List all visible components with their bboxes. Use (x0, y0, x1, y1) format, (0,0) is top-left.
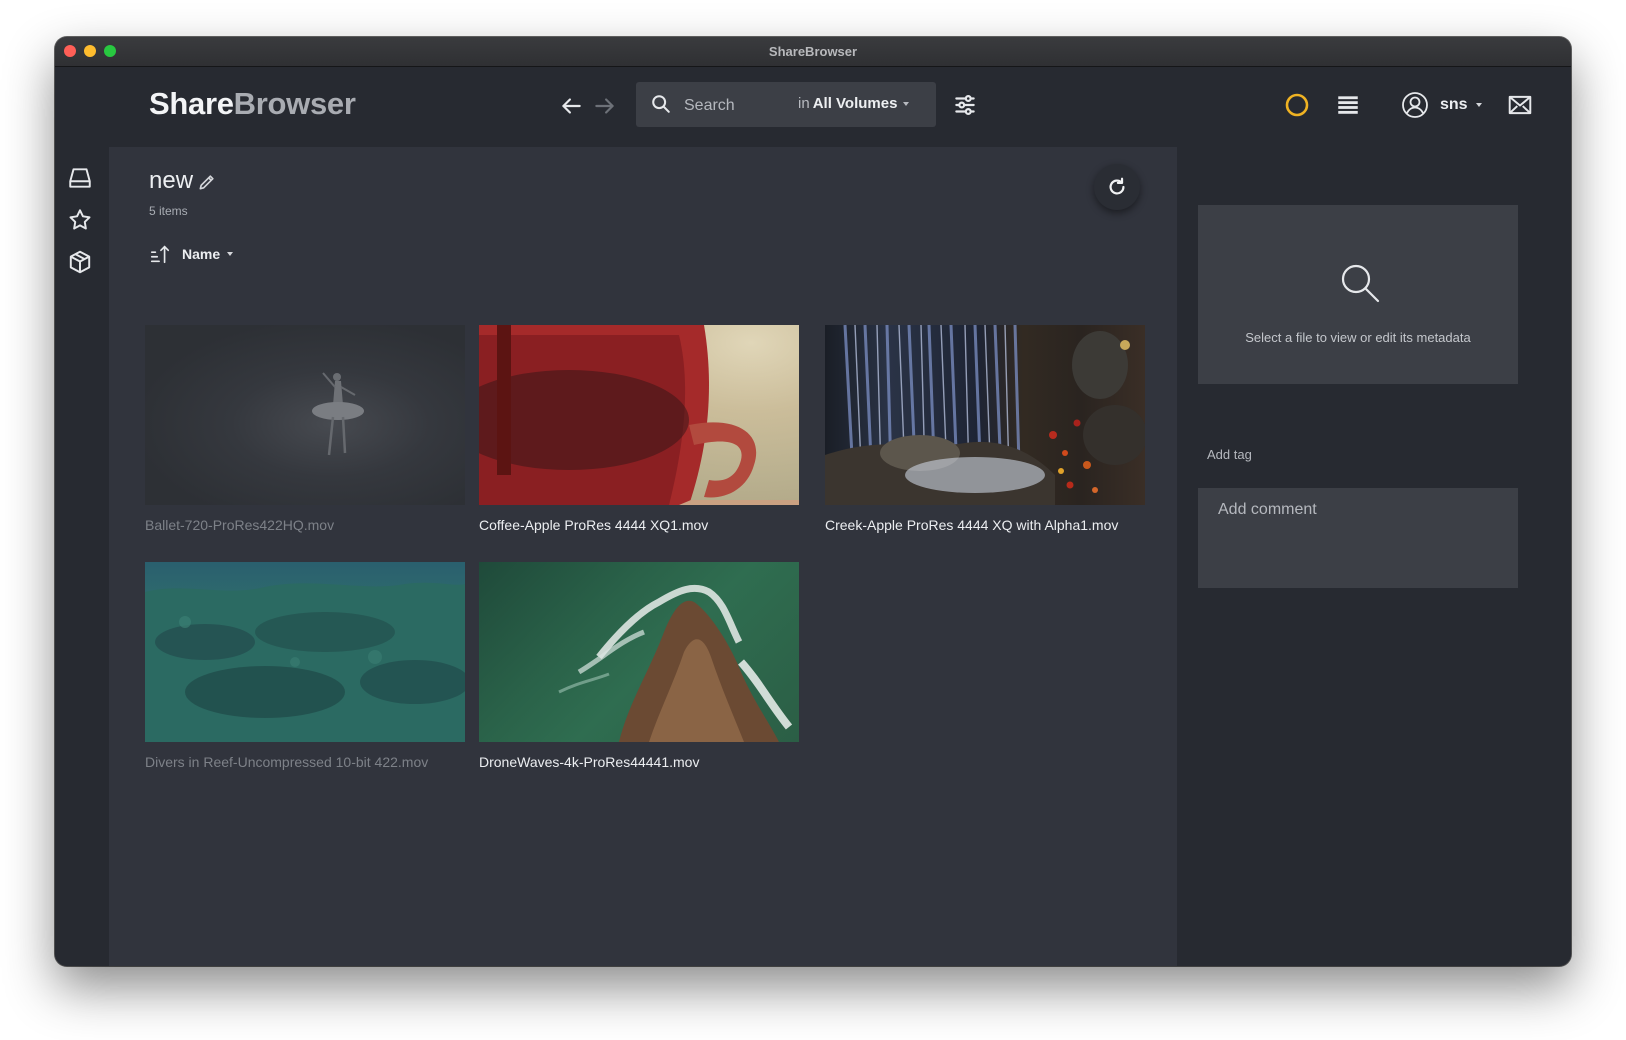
magnifier-icon (1341, 264, 1380, 303)
logo-part-share: Share (149, 86, 234, 121)
coastline-waves-image (558, 584, 793, 742)
file-thumbnail (145, 325, 465, 505)
logo: ShareBrowser (149, 86, 356, 122)
file-thumbnail (145, 562, 465, 742)
file-tile[interactable]: DroneWaves-4k-ProRes44441.mov (479, 562, 799, 770)
file-browser: new 5 items Name Ballet-720-ProRes422HQ.… (109, 147, 1177, 966)
file-tile[interactable]: Ballet-720-ProRes422HQ.mov (145, 325, 465, 533)
metadata-hint: Select a file to view or edit its metada… (1245, 330, 1471, 345)
sort-label: Name (182, 246, 221, 262)
logo-part-browser: Browser (233, 86, 356, 121)
arrow-left-icon (562, 98, 581, 114)
refresh-icon (1109, 177, 1125, 195)
search-scope-dropdown[interactable]: in All Volumes (798, 95, 910, 112)
sliders-icon (955, 95, 975, 115)
search-scope-value: All Volumes (812, 95, 898, 112)
folder-title: new (149, 167, 194, 194)
app-header: ShareBrowser inAll Volumes sns (55, 67, 1571, 147)
left-nav-rail (55, 147, 109, 966)
forward-button[interactable] (592, 93, 618, 119)
search-input[interactable] (682, 90, 794, 121)
metadata-placeholder: Select a file to view or edit its metada… (1198, 205, 1518, 384)
user-name: sns (1440, 96, 1468, 113)
activity-status-button[interactable] (1283, 91, 1311, 119)
sidebar-item-favorites[interactable] (67, 207, 93, 233)
search-filters-button[interactable] (952, 92, 978, 118)
arrow-right-icon (595, 98, 614, 114)
package-icon (69, 250, 91, 274)
drive-icon (69, 168, 91, 188)
pencil-icon (199, 175, 214, 190)
file-tile[interactable]: Divers in Reef-Uncompressed 10-bit 422.m… (145, 562, 465, 770)
user-avatar-icon (1402, 92, 1428, 118)
messages-button[interactable] (1507, 92, 1533, 118)
star-icon (69, 209, 91, 230)
coral-reef-image (145, 582, 465, 742)
file-tile[interactable]: Coffee-Apple ProRes 4444 XQ1.mov (479, 325, 799, 533)
comment-input[interactable] (1198, 488, 1518, 588)
window-title: ShareBrowser (768, 44, 858, 59)
rename-folder-button[interactable] (197, 172, 217, 192)
file-thumbnail (479, 562, 799, 742)
queue-list-button[interactable] (1335, 92, 1361, 118)
file-name: Creek-Apple ProRes 4444 XQ with Alpha1.m… (825, 517, 1119, 533)
sort-ascending-icon (150, 245, 170, 264)
title-bar: ShareBrowser (55, 37, 1571, 67)
coffee-cup-image (479, 325, 799, 505)
user-menu[interactable]: sns (1401, 89, 1482, 121)
search-box: inAll Volumes (636, 82, 936, 127)
ballet-dancer-image (312, 372, 364, 456)
file-name: DroneWaves-4k-ProRes44441.mov (479, 754, 700, 770)
mail-icon (1508, 95, 1532, 115)
file-name: Ballet-720-ProRes422HQ.mov (145, 517, 335, 533)
app-window: ShareBrowser ShareBrowser inAll Volumes … (55, 37, 1571, 966)
item-count: 5 items (149, 204, 188, 218)
file-thumbnail (479, 325, 799, 505)
sidebar-item-volumes[interactable] (67, 165, 93, 191)
sidebar-item-packages[interactable] (67, 249, 93, 275)
search-icon (652, 95, 670, 113)
list-icon (1338, 96, 1358, 114)
chevron-down-icon (227, 252, 234, 256)
file-tile[interactable]: Creek-Apple ProRes 4444 XQ with Alpha1.m… (825, 325, 1145, 533)
file-name: Coffee-Apple ProRes 4444 XQ1.mov (479, 517, 709, 533)
activity-ring-icon (1285, 93, 1309, 117)
search-scope-prefix: in (798, 95, 810, 112)
waterfall-image (825, 325, 1145, 505)
file-name: Divers in Reef-Uncompressed 10-bit 422.m… (145, 754, 429, 770)
refresh-button[interactable] (1094, 164, 1140, 210)
sort-control[interactable]: Name (149, 243, 234, 265)
back-button[interactable] (558, 93, 584, 119)
file-thumbnail (825, 325, 1145, 505)
metadata-panel: Select a file to view or edit its metada… (1177, 147, 1571, 966)
chevron-down-icon (903, 102, 910, 107)
chevron-down-icon (1475, 103, 1482, 107)
add-tag-input[interactable]: Add tag (1207, 447, 1252, 462)
